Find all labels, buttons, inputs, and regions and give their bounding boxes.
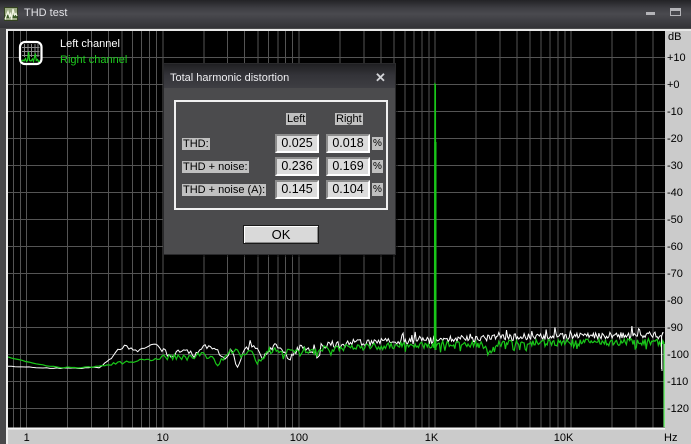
svg-text:dB: dB: [668, 31, 681, 43]
svg-text:10: 10: [157, 432, 169, 444]
svg-text:-80: -80: [667, 295, 683, 307]
svg-text:-100: -100: [667, 349, 689, 361]
svg-text:Hz: Hz: [664, 432, 677, 444]
svg-text:-110: -110: [667, 376, 688, 388]
svg-text:-120: -120: [667, 403, 689, 415]
svg-text:10K: 10K: [554, 432, 574, 444]
svg-text:Left channel: Left channel: [60, 38, 120, 50]
svg-text:+10: +10: [667, 52, 686, 64]
svg-text:-20: -20: [667, 133, 683, 145]
svg-text:-70: -70: [667, 268, 683, 280]
svg-text:-50: -50: [667, 214, 683, 226]
svg-text:-90: -90: [667, 322, 683, 334]
svg-text:100: 100: [290, 432, 308, 444]
svg-text:-60: -60: [667, 241, 683, 253]
svg-text:1: 1: [24, 432, 30, 444]
svg-text:-40: -40: [667, 187, 683, 199]
svg-text:-30: -30: [667, 160, 683, 172]
svg-text:1K: 1K: [425, 432, 439, 444]
svg-text:-10: -10: [667, 106, 683, 118]
svg-text:Right channel: Right channel: [60, 54, 127, 66]
svg-text:+0: +0: [667, 79, 680, 91]
